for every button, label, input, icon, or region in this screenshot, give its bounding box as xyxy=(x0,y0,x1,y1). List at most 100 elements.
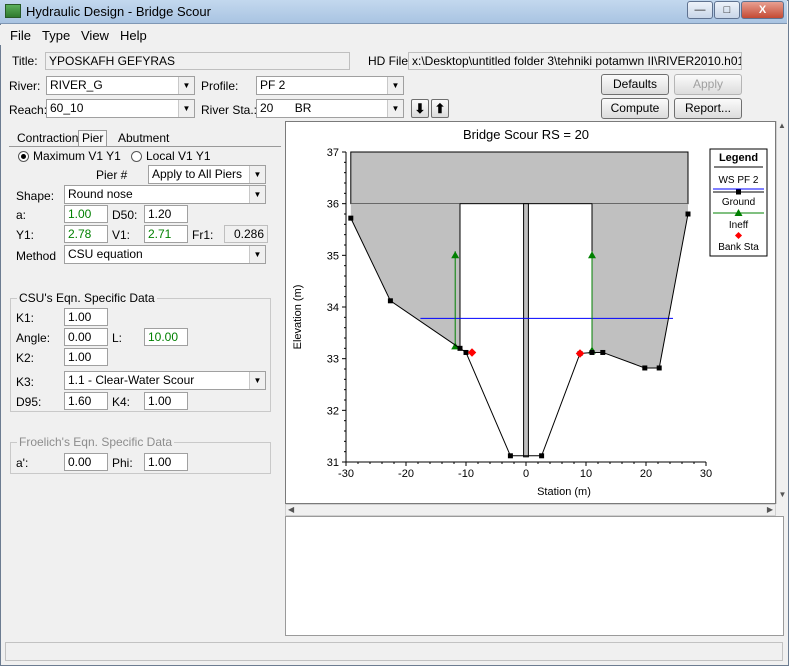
plot-horizontal-scrollbar[interactable]: ◀ ▶ xyxy=(285,504,776,516)
y-tick-label: 31 xyxy=(327,457,339,469)
scroll-right-icon[interactable]: ▶ xyxy=(767,505,773,514)
chevron-down-icon[interactable]: ▼ xyxy=(178,77,194,94)
title-bar[interactable]: Hydraulic Design - Bridge Scour — □ X xyxy=(0,0,787,24)
apply-button[interactable]: Apply xyxy=(674,74,742,95)
k2-input[interactable]: 1.00 xyxy=(64,348,108,366)
d95-label: D95: xyxy=(16,395,42,409)
d50-input[interactable]: 1.20 xyxy=(144,205,188,223)
angle-input[interactable]: 0.00 xyxy=(64,328,108,346)
plot-panel[interactable]: Bridge Scour RS = 20 -30 -20 -10 0 10 20 30 31 32… xyxy=(285,121,776,504)
k1-label: K1: xyxy=(16,311,35,325)
v1-input[interactable]: 2.71 xyxy=(144,225,188,243)
river-select[interactable]: RIVER_G ▼ xyxy=(46,76,195,95)
menu-type[interactable]: Type xyxy=(42,28,70,43)
pier-number-value: Apply to All Piers xyxy=(152,167,243,181)
chevron-down-icon[interactable]: ▼ xyxy=(387,77,403,94)
title-field[interactable]: YPOSKAFH GEFYRAS xyxy=(45,52,350,70)
menu-help[interactable]: Help xyxy=(120,28,147,43)
riversta-select[interactable]: 20 BR ▼ xyxy=(256,99,404,118)
arrow-down-icon: ⬇ xyxy=(414,101,426,116)
froelich-a-input[interactable]: 0.00 xyxy=(64,453,108,471)
menu-view[interactable]: View xyxy=(81,28,109,43)
output-panel[interactable] xyxy=(285,516,784,636)
csu-group xyxy=(10,298,271,412)
y1-label: Y1: xyxy=(16,228,35,242)
bridge-deck xyxy=(350,151,689,205)
x-tick-label: 20 xyxy=(640,468,652,480)
chevron-down-icon[interactable]: ▼ xyxy=(249,166,265,183)
reach-label: Reach: xyxy=(9,103,48,117)
ground-point xyxy=(656,365,662,371)
chevron-down-icon[interactable]: ▼ xyxy=(249,372,265,389)
profile-select[interactable]: PF 2 ▼ xyxy=(256,76,404,95)
reach-select[interactable]: 60_10 ▼ xyxy=(46,99,195,118)
legend-ground-marker xyxy=(736,189,741,195)
riversta-type: BR xyxy=(294,101,312,115)
a-label: a: xyxy=(16,208,27,222)
x-tick-label: -20 xyxy=(398,468,414,480)
plot-vertical-scrollbar[interactable]: ▲ ▼ xyxy=(776,121,787,504)
radio-local-v1y1[interactable] xyxy=(131,151,142,162)
pier xyxy=(523,203,529,458)
a-input[interactable]: 1.00 xyxy=(64,205,108,223)
menu-bar: File Type View Help xyxy=(0,25,787,45)
chevron-down-icon[interactable]: ▼ xyxy=(178,100,194,117)
pier-number-select[interactable]: Apply to All Piers ▼ xyxy=(148,165,266,184)
report-button[interactable]: Report... xyxy=(674,98,742,119)
froelich-group-title: Froelich's Eqn. Specific Data xyxy=(17,435,175,449)
window-title: Hydraulic Design - Bridge Scour xyxy=(26,4,211,19)
hdfile-label: HD File: xyxy=(368,54,412,68)
chevron-down-icon[interactable]: ▼ xyxy=(387,100,403,117)
riversta-value: 20 xyxy=(260,101,274,115)
close-button[interactable]: X xyxy=(741,1,784,19)
hdfile-field[interactable]: x:\Desktop\untitled folder 3\tehniki pot… xyxy=(408,52,742,70)
scroll-left-icon[interactable]: ◀ xyxy=(288,505,294,514)
ground-point xyxy=(463,349,469,355)
chevron-down-icon[interactable]: ▼ xyxy=(249,186,265,203)
scroll-up-icon[interactable]: ▲ xyxy=(777,121,787,133)
radio-maximum-label: Maximum V1 Y1 xyxy=(33,149,121,163)
title-label: Title: xyxy=(12,54,38,68)
phi-input[interactable]: 1.00 xyxy=(144,453,188,471)
k2-label: K2: xyxy=(16,351,35,365)
y-tick-label: 36 xyxy=(327,199,339,211)
method-select[interactable]: CSU equation ▼ xyxy=(64,245,266,264)
l-input[interactable]: 10.00 xyxy=(144,328,188,346)
scroll-down-icon[interactable]: ▼ xyxy=(777,490,788,499)
chevron-down-icon[interactable]: ▼ xyxy=(249,246,265,263)
ground-point xyxy=(539,453,545,459)
chart-title: Bridge Scour RS = 20 xyxy=(463,127,589,142)
minimize-button[interactable]: — xyxy=(687,1,713,19)
riversta-label: River Sta.: xyxy=(201,103,258,117)
k4-input[interactable]: 1.00 xyxy=(144,392,188,410)
k3-select[interactable]: 1.1 - Clear-Water Scour ▼ xyxy=(64,371,266,390)
next-station-down-button[interactable]: ⬇ xyxy=(411,99,429,118)
y1-input[interactable]: 2.78 xyxy=(64,225,108,243)
shape-select[interactable]: Round nose ▼ xyxy=(64,185,266,204)
y-tick-label: 33 xyxy=(327,354,339,366)
scour-chart[interactable]: Bridge Scour RS = 20 -30 -20 -10 0 10 20 30 31 32… xyxy=(286,122,775,503)
v1-label: V1: xyxy=(112,228,131,242)
froelich-a-label: a': xyxy=(16,456,29,470)
k1-input[interactable]: 1.00 xyxy=(64,308,108,326)
defaults-button[interactable]: Defaults xyxy=(601,74,669,95)
k3-value: 1.1 - Clear-Water Scour xyxy=(68,373,195,387)
reach-value: 60_10 xyxy=(50,101,84,115)
maximize-button[interactable]: □ xyxy=(714,1,740,19)
pier-number-label: Pier # xyxy=(96,168,128,182)
tab-abutment[interactable]: Abutment xyxy=(115,131,172,147)
river-label: River: xyxy=(9,79,41,93)
menu-file[interactable]: File xyxy=(10,28,31,43)
tab-pier[interactable]: Pier xyxy=(78,130,108,146)
tab-contraction[interactable]: Contraction xyxy=(14,131,81,147)
compute-button[interactable]: Compute xyxy=(601,98,669,119)
radio-local-label: Local V1 Y1 xyxy=(146,149,211,163)
x-tick-label: 10 xyxy=(580,468,592,480)
radio-maximum-v1y1[interactable] xyxy=(18,151,29,162)
ground-point xyxy=(387,298,393,304)
csu-group-title: CSU's Eqn. Specific Data xyxy=(17,291,157,305)
arrow-up-icon: ⬆ xyxy=(434,101,446,116)
d95-input[interactable]: 1.60 xyxy=(64,392,108,410)
next-station-up-button[interactable]: ⬆ xyxy=(431,99,449,118)
profile-label: Profile: xyxy=(201,79,239,93)
